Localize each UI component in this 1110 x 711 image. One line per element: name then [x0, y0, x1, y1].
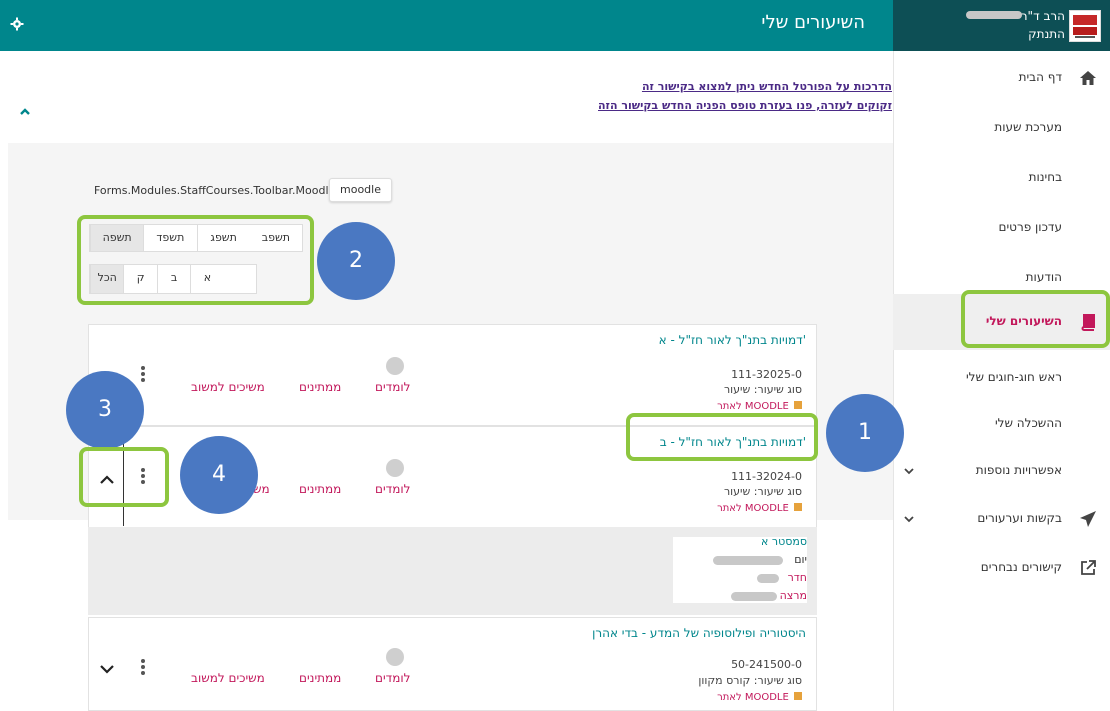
day-label: יום — [794, 553, 807, 566]
schedule-details: סמסטר א יום חדר מרצה — [673, 535, 807, 603]
toolbar-path: Forms.Modules.StaffCourses.Toolbar.Moodl… — [94, 184, 349, 197]
course-card: דמויות בתנ"ך לאור חז"ל - א' 111-32025-0 … — [88, 324, 817, 426]
course-type: סוג שיעור: קורס מקוון — [698, 674, 802, 687]
waiting-link[interactable]: ממתינים — [299, 380, 341, 394]
room-value-blur — [757, 574, 779, 583]
page-title: השיעורים שלי — [761, 12, 865, 33]
avatar — [386, 648, 404, 666]
learners-link[interactable]: לומדים — [375, 482, 410, 496]
sidebar-item-more-options[interactable]: אפשרויות נוספות — [893, 451, 1110, 491]
waiting-link[interactable]: ממתינים — [299, 482, 341, 496]
lecturer-value-blur — [731, 592, 777, 601]
moodle-link[interactable]: לאתר MOODLE — [717, 401, 802, 412]
sidebar-item-label: הודעות — [1025, 270, 1062, 284]
sidebar-item-requests[interactable]: בקשות וערעורים — [893, 499, 1110, 539]
avatar — [386, 357, 404, 375]
chevron-down-icon — [904, 468, 914, 475]
sidebar-item-home[interactable]: דף הבית — [893, 58, 1110, 98]
course-type: סוג שיעור: שיעור — [723, 485, 802, 498]
notice-box: הדרכות על הפורטל החדש ניתן למצוא בקישור … — [598, 80, 892, 118]
user-name: הרב ד"ר — [1020, 9, 1065, 23]
course-type: סוג שיעור: שיעור — [723, 383, 802, 396]
tutorial-link[interactable]: הדרכות על הפורטל החדש ניתן למצוא בקישור … — [598, 80, 892, 93]
sidebar-item-label: עדכון פרטים — [998, 220, 1062, 234]
sidebar: דף הבית מערכת שעות בחינות עדכון פרטים הו… — [893, 51, 1110, 711]
course-details-panel: סמסטר א יום חדר מרצה — [88, 527, 817, 615]
more-options-icon[interactable] — [140, 365, 146, 383]
continuing-link[interactable]: משיכים למשוב — [191, 671, 265, 685]
moodle-link-label: לאתר MOODLE — [717, 503, 789, 514]
logo — [1069, 10, 1101, 42]
waiting-link[interactable]: ממתינים — [299, 671, 341, 685]
sidebar-item-label: בחינות — [1028, 170, 1062, 184]
sidebar-item-label: קישורים נבחרים — [980, 560, 1062, 574]
send-icon — [1080, 511, 1096, 527]
chevron-down-icon[interactable] — [99, 664, 115, 674]
moodle-house-icon — [794, 401, 802, 409]
sidebar-item-label: דף הבית — [1018, 70, 1062, 84]
sidebar-item-label: אפשרויות נוספות — [975, 463, 1062, 477]
more-options-icon[interactable] — [140, 658, 146, 676]
highlight-frame — [77, 215, 314, 305]
sidebar-item-exams[interactable]: בחינות — [893, 158, 1110, 198]
sidebar-item-label: ראש חוג-חוגים שלי — [965, 370, 1062, 384]
sidebar-item-links[interactable]: קישורים נבחרים — [893, 548, 1110, 588]
highlight-frame — [626, 413, 818, 461]
day-value-blur — [713, 556, 783, 565]
moodle-button[interactable]: moodle — [329, 178, 392, 202]
top-bar: השיעורים שלי — [0, 0, 893, 51]
learners-link[interactable]: לומדים — [375, 671, 410, 685]
highlight-frame — [79, 447, 169, 507]
course-code: 111-32024-0 — [731, 470, 802, 483]
moodle-link[interactable]: לאתר MOODLE — [717, 692, 802, 703]
user-name-blur — [966, 11, 1022, 19]
chevron-up-icon[interactable] — [18, 107, 32, 117]
home-icon — [1080, 71, 1096, 85]
course-title[interactable]: היסטוריה ופילוסופיה של המדע - בדי אהרן — [592, 626, 806, 640]
callout-3: 3 — [66, 371, 144, 449]
course-code: 111-32025-0 — [731, 368, 802, 381]
learners-link[interactable]: לומדים — [375, 380, 410, 394]
chevron-down-icon — [904, 516, 914, 523]
course-title[interactable]: דמויות בתנ"ך לאור חז"ל - א' — [659, 333, 806, 347]
sidebar-item-dept-head[interactable]: ראש חוג-חוגים שלי — [893, 358, 1110, 398]
callout-2: 2 — [317, 222, 395, 300]
moodle-house-icon — [794, 503, 802, 511]
lecturer-label: מרצה — [779, 589, 807, 602]
course-card: היסטוריה ופילוסופיה של המדע - בדי אהרן 5… — [88, 617, 817, 711]
course-code: 50-241500-0 — [731, 658, 802, 671]
sidebar-item-label: בקשות וערעורים — [977, 511, 1062, 525]
moodle-link[interactable]: לאתר MOODLE — [717, 503, 802, 514]
sidebar-item-update-details[interactable]: עדכון פרטים — [893, 208, 1110, 248]
semester-label: סמסטר א — [761, 535, 807, 548]
moodle-link-label: לאתר MOODLE — [717, 401, 789, 412]
logout-link[interactable]: התנתק — [1028, 27, 1065, 41]
moodle-link-label: לאתר MOODLE — [717, 692, 789, 703]
help-form-link[interactable]: זקוקים לעזרה, פנו בעזרת טופס הפניה החדש … — [598, 99, 892, 112]
highlight-frame — [961, 290, 1110, 348]
gear-icon[interactable] — [10, 17, 24, 31]
room-label: חדר — [787, 571, 807, 584]
moodle-house-icon — [794, 692, 802, 700]
sidebar-item-label: ההשכלה שלי — [994, 416, 1062, 430]
continuing-link[interactable]: משיכים למשוב — [191, 380, 265, 394]
callout-1: 1 — [826, 394, 904, 472]
avatar — [386, 459, 404, 477]
sidebar-item-label: מערכת שעות — [994, 120, 1062, 134]
sidebar-item-schedule[interactable]: מערכת שעות — [893, 108, 1110, 148]
callout-4: 4 — [180, 436, 258, 514]
sidebar-item-my-education[interactable]: ההשכלה שלי — [893, 404, 1110, 444]
external-link-icon — [1081, 560, 1096, 575]
